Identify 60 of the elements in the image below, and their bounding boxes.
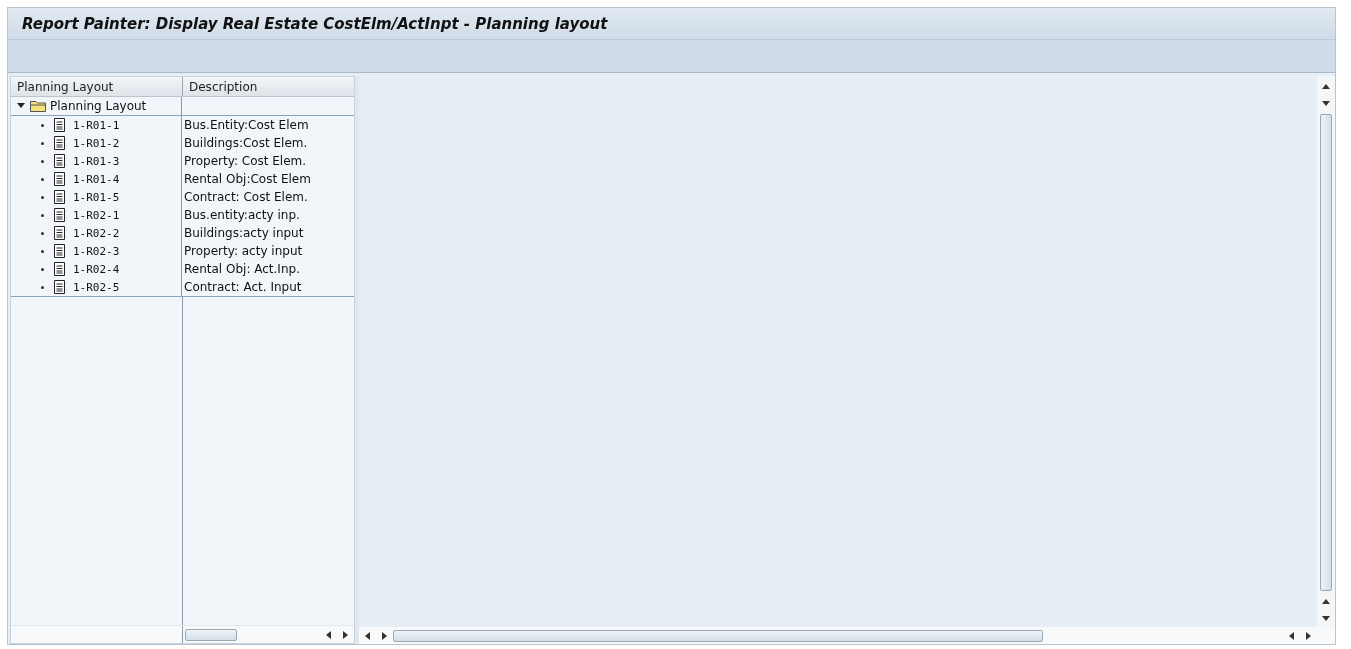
column-header[interactable]: Description	[182, 77, 353, 96]
document-icon	[54, 226, 65, 240]
description-text: Property: Cost Elem.	[184, 154, 307, 168]
scroll-left-icon[interactable]	[364, 631, 371, 640]
bullet-icon	[41, 285, 44, 289]
document-icon	[54, 280, 65, 294]
bullet-icon	[41, 141, 44, 145]
splitter-handle[interactable]	[355, 76, 359, 644]
scrollbar-thumb[interactable]	[393, 629, 1043, 642]
description-text: Buildings:acty input	[184, 226, 304, 240]
scroll-up-icon[interactable]	[1322, 83, 1330, 90]
document-icon	[54, 118, 65, 132]
description-text: Rental Obj: Act.Inp.	[184, 262, 300, 276]
collapse-icon[interactable]	[17, 103, 25, 109]
description-text: Property: acty input	[184, 244, 303, 258]
bullet-icon	[41, 249, 44, 253]
scroll-right-icon[interactable]	[342, 630, 349, 639]
bullet-icon	[41, 231, 44, 235]
description-text: Rental Obj:Cost Elem	[184, 172, 311, 186]
tree-node-label[interactable]: 1-R01-3	[73, 154, 120, 168]
tree-node-label[interactable]: 1-R01-4	[73, 172, 120, 186]
scrollbar-thumb[interactable]	[1320, 114, 1332, 591]
tree-node-label[interactable]: 1-R02-2	[73, 226, 120, 240]
bullet-icon	[41, 267, 44, 271]
document-icon	[54, 244, 65, 258]
column-header[interactable]: Planning Layout	[11, 77, 182, 96]
bullet-icon	[41, 195, 44, 199]
tree-node-label[interactable]: Planning Layout	[50, 99, 147, 113]
tree-node-label[interactable]: 1-R01-5	[73, 190, 120, 204]
scroll-right-icon[interactable]	[381, 631, 388, 640]
description-text: Buildings:Cost Elem.	[184, 136, 308, 150]
document-icon	[54, 262, 65, 276]
tree-node-label[interactable]: 1-R02-5	[73, 280, 120, 294]
scrollbar-thumb[interactable]	[185, 628, 237, 641]
scroll-left-icon[interactable]	[1288, 631, 1295, 640]
tree-node-label[interactable]: 1-R01-2	[73, 136, 120, 150]
document-icon	[54, 208, 65, 222]
bullet-icon	[41, 123, 44, 127]
document-icon	[54, 172, 65, 186]
bullet-icon	[41, 177, 44, 181]
folder-icon	[30, 100, 46, 112]
scroll-left-icon[interactable]	[325, 630, 332, 639]
bullet-icon	[41, 159, 44, 163]
scroll-up-icon[interactable]	[1322, 598, 1330, 605]
document-icon	[54, 136, 65, 150]
document-icon	[54, 154, 65, 168]
tree-node-label[interactable]: 1-R02-1	[73, 208, 120, 222]
description-text: Contract: Cost Elem.	[184, 190, 308, 204]
bullet-icon	[41, 213, 44, 217]
tree-node-label[interactable]: 1-R02-4	[73, 262, 120, 276]
scroll-right-icon[interactable]	[1305, 631, 1312, 640]
tree-node-label[interactable]: 1-R02-3	[73, 244, 120, 258]
window-title: Report Painter: Display Real Estate CostElm/ActInpt - Planning layout	[22, 14, 608, 33]
description-text: Bus.Entity:Cost Elem	[184, 118, 309, 132]
description-text: Bus.entity:acty inp.	[184, 208, 300, 222]
scroll-down-icon[interactable]	[1322, 100, 1330, 107]
document-icon	[54, 190, 65, 204]
scroll-down-icon[interactable]	[1322, 615, 1330, 622]
description-text: Contract: Act. Input	[184, 280, 302, 294]
tree-node-label[interactable]: 1-R01-1	[73, 118, 120, 132]
